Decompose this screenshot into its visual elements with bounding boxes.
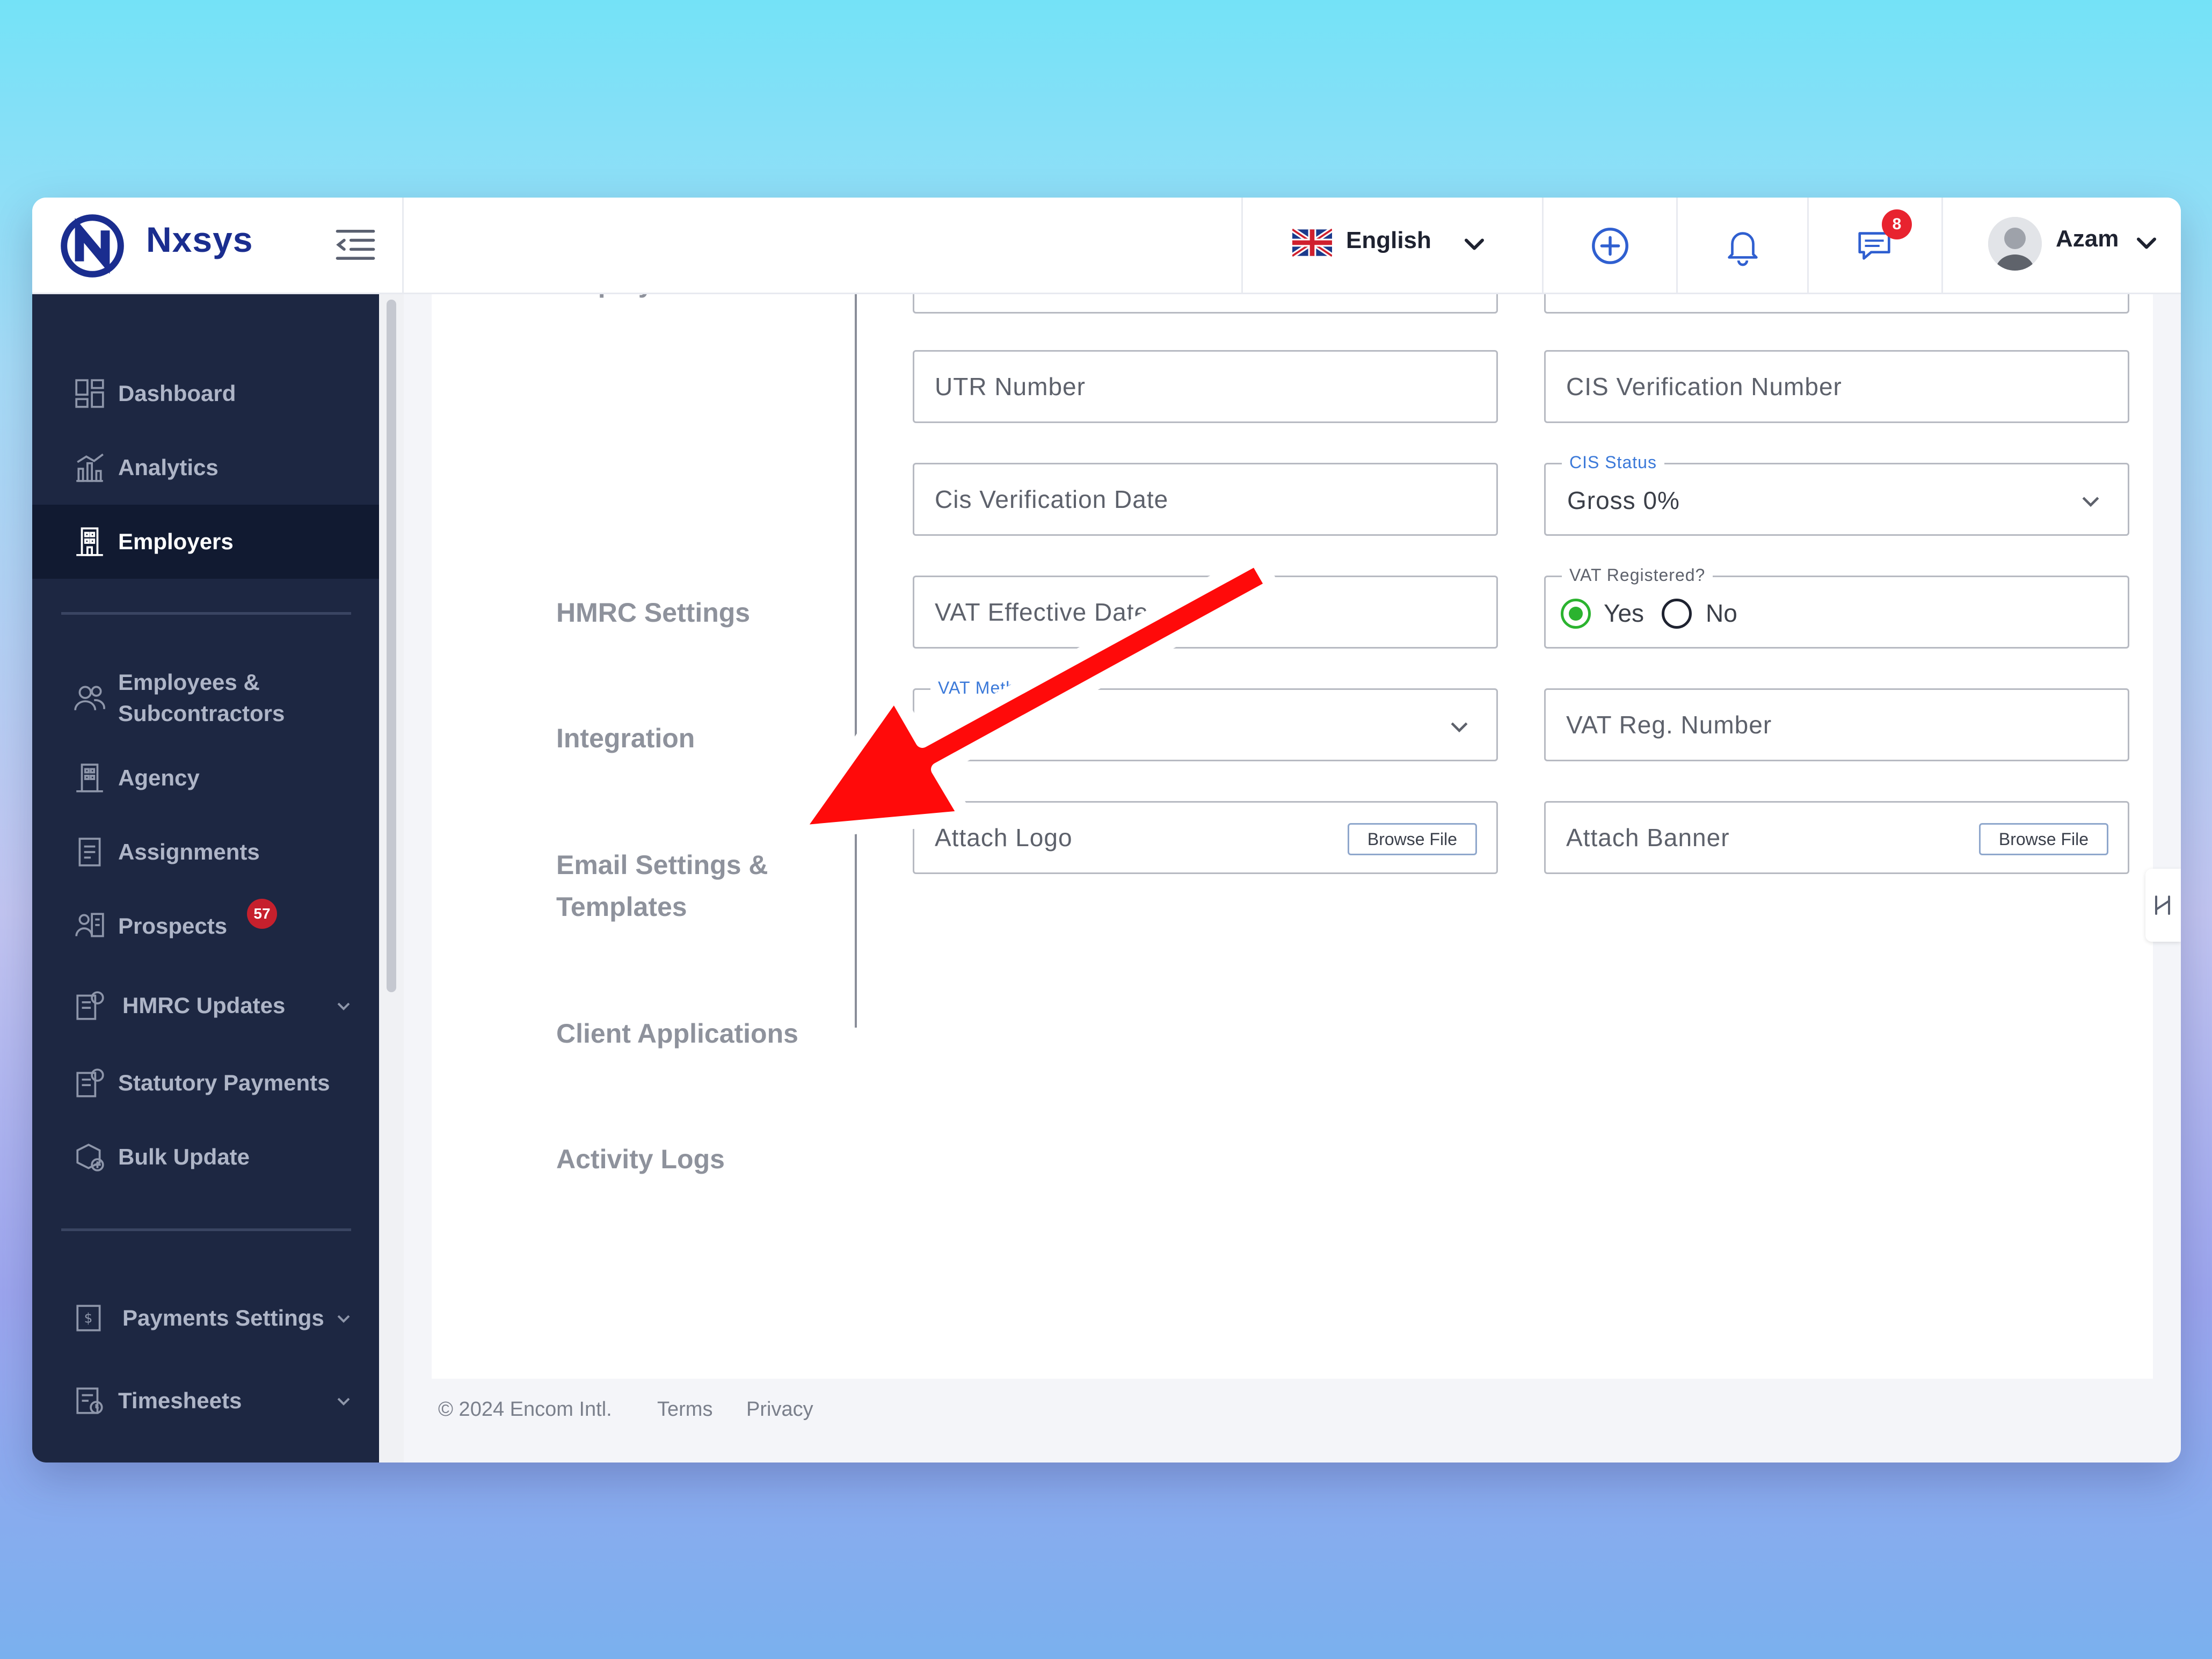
prospects-icon: [75, 913, 104, 937]
users-icon: [74, 686, 105, 710]
sidebar-item-hmrc-updates[interactable]: HMRC Updates: [32, 969, 379, 1043]
bulk-update-icon: [76, 1144, 104, 1172]
statutory-icon: [76, 1068, 104, 1097]
svg-text:$: $: [84, 1310, 93, 1326]
user-menu[interactable]: Azam: [1941, 198, 2181, 294]
utr-number-field[interactable]: UTR Number: [913, 350, 1498, 423]
attach-logo-field[interactable]: Attach Logo Browse File: [913, 801, 1498, 874]
footer-privacy-link[interactable]: Privacy: [746, 1398, 813, 1421]
agency-icon: [76, 763, 103, 792]
app-name: Nxsys: [146, 220, 253, 259]
vat-registered-yes-radio[interactable]: [1561, 599, 1591, 629]
sidebar-item-assignments[interactable]: Assignments: [32, 815, 379, 889]
chevron-down-icon: [337, 1315, 350, 1323]
menu-collapse-icon[interactable]: [333, 223, 378, 268]
browse-banner-button[interactable]: Browse File: [1978, 823, 2108, 855]
browse-logo-button[interactable]: Browse File: [1347, 823, 1477, 855]
panel-toggle-icon: [2155, 896, 2170, 915]
sidebar-item-timesheets[interactable]: Timesheets: [32, 1364, 379, 1438]
top-bar: Nxsys English 8 Azam: [32, 198, 2181, 294]
avatar-icon: [1988, 217, 2042, 271]
analytics-icon: [76, 453, 104, 482]
nxsys-logo-icon: [61, 214, 124, 278]
assignment-icon: [78, 838, 101, 867]
sidebar-item-statutory-payments[interactable]: Statutory Payments: [32, 1046, 379, 1120]
sidebar: Dashboard Analytics Employers Employees …: [32, 294, 379, 1462]
app-window: Nxsys English 8 Azam Dashboard Analytics…: [32, 198, 2181, 1462]
language-selector[interactable]: English: [1241, 198, 1542, 294]
sidebar-item-analytics[interactable]: Analytics: [32, 431, 379, 505]
side-panel-toggle[interactable]: [2145, 869, 2181, 942]
field-above-2[interactable]: [1544, 294, 2129, 314]
vat-method-select[interactable]: VAT Method: [913, 678, 1498, 761]
add-button[interactable]: [1542, 198, 1676, 294]
sidebar-item-payments-settings[interactable]: $ Payments Settings: [32, 1281, 379, 1355]
sidebar-divider: [61, 1228, 351, 1231]
sidebar-divider: [61, 612, 351, 615]
building-icon: [76, 527, 103, 556]
avatar: [1988, 217, 2042, 271]
cis-verification-date-field[interactable]: Cis Verification Date: [913, 463, 1498, 536]
sidebar-item-agency[interactable]: Agency: [32, 741, 379, 815]
footer-terms-link[interactable]: Terms: [657, 1398, 712, 1421]
sidebar-scrollbar[interactable]: [379, 294, 404, 1462]
section-activity-logs[interactable]: Activity Logs: [556, 1138, 725, 1180]
uk-flag-icon: [1292, 227, 1332, 258]
scrollbar-thumb[interactable]: [387, 300, 396, 992]
section-divider: [432, 294, 857, 1028]
footer-copyright: © 2024 Encom Intl.: [438, 1398, 612, 1421]
field-above-1[interactable]: [913, 294, 1498, 314]
attach-banner-field[interactable]: Attach Banner Browse File: [1544, 801, 2129, 874]
vat-registered-no-radio[interactable]: [1662, 599, 1692, 629]
cis-verification-number-field[interactable]: CIS Verification Number: [1544, 350, 2129, 423]
dashboard-icon: [75, 379, 104, 408]
vat-registered-group: VAT Registered? Yes No: [1544, 565, 2129, 649]
vat-effective-date-field[interactable]: VAT Effective Date: [913, 576, 1498, 649]
chevron-down-icon: [1451, 722, 1468, 733]
timesheets-icon: [76, 1387, 103, 1414]
notifications-button[interactable]: [1676, 198, 1807, 294]
messages-badge: 8: [1882, 209, 1912, 239]
main-content: Employer Defaults HMRC Settings Integrat…: [432, 294, 2153, 1379]
vat-reg-number-field[interactable]: VAT Reg. Number: [1544, 688, 2129, 761]
sidebar-item-employers[interactable]: Employers: [32, 505, 379, 579]
prospects-badge: 57: [247, 899, 277, 929]
hmrc-icon: [76, 991, 104, 1020]
bell-icon: [1727, 232, 1758, 266]
chevron-down-icon: [337, 1002, 350, 1010]
messages-button[interactable]: 8: [1807, 198, 1941, 294]
sidebar-item-employees[interactable]: Employees & Subcontractors: [32, 655, 379, 741]
plus-circle-icon: [1591, 228, 1628, 264]
sidebar-item-prospects[interactable]: Prospects 57: [32, 889, 379, 963]
chevron-down-icon: [2082, 497, 2099, 507]
chevron-down-icon: [2137, 237, 2156, 249]
payments-icon: $: [76, 1305, 101, 1331]
sidebar-item-bulk-update[interactable]: Bulk Update: [32, 1120, 379, 1194]
user-name: Azam: [2056, 225, 2119, 252]
cis-status-select[interactable]: CIS Status Gross 0%: [1544, 453, 2129, 536]
chevron-down-icon: [337, 1398, 350, 1406]
chevron-down-icon: [1465, 238, 1484, 250]
brand: Nxsys: [32, 198, 404, 294]
language-label: English: [1346, 227, 1431, 253]
sidebar-item-dashboard[interactable]: Dashboard: [32, 356, 379, 431]
